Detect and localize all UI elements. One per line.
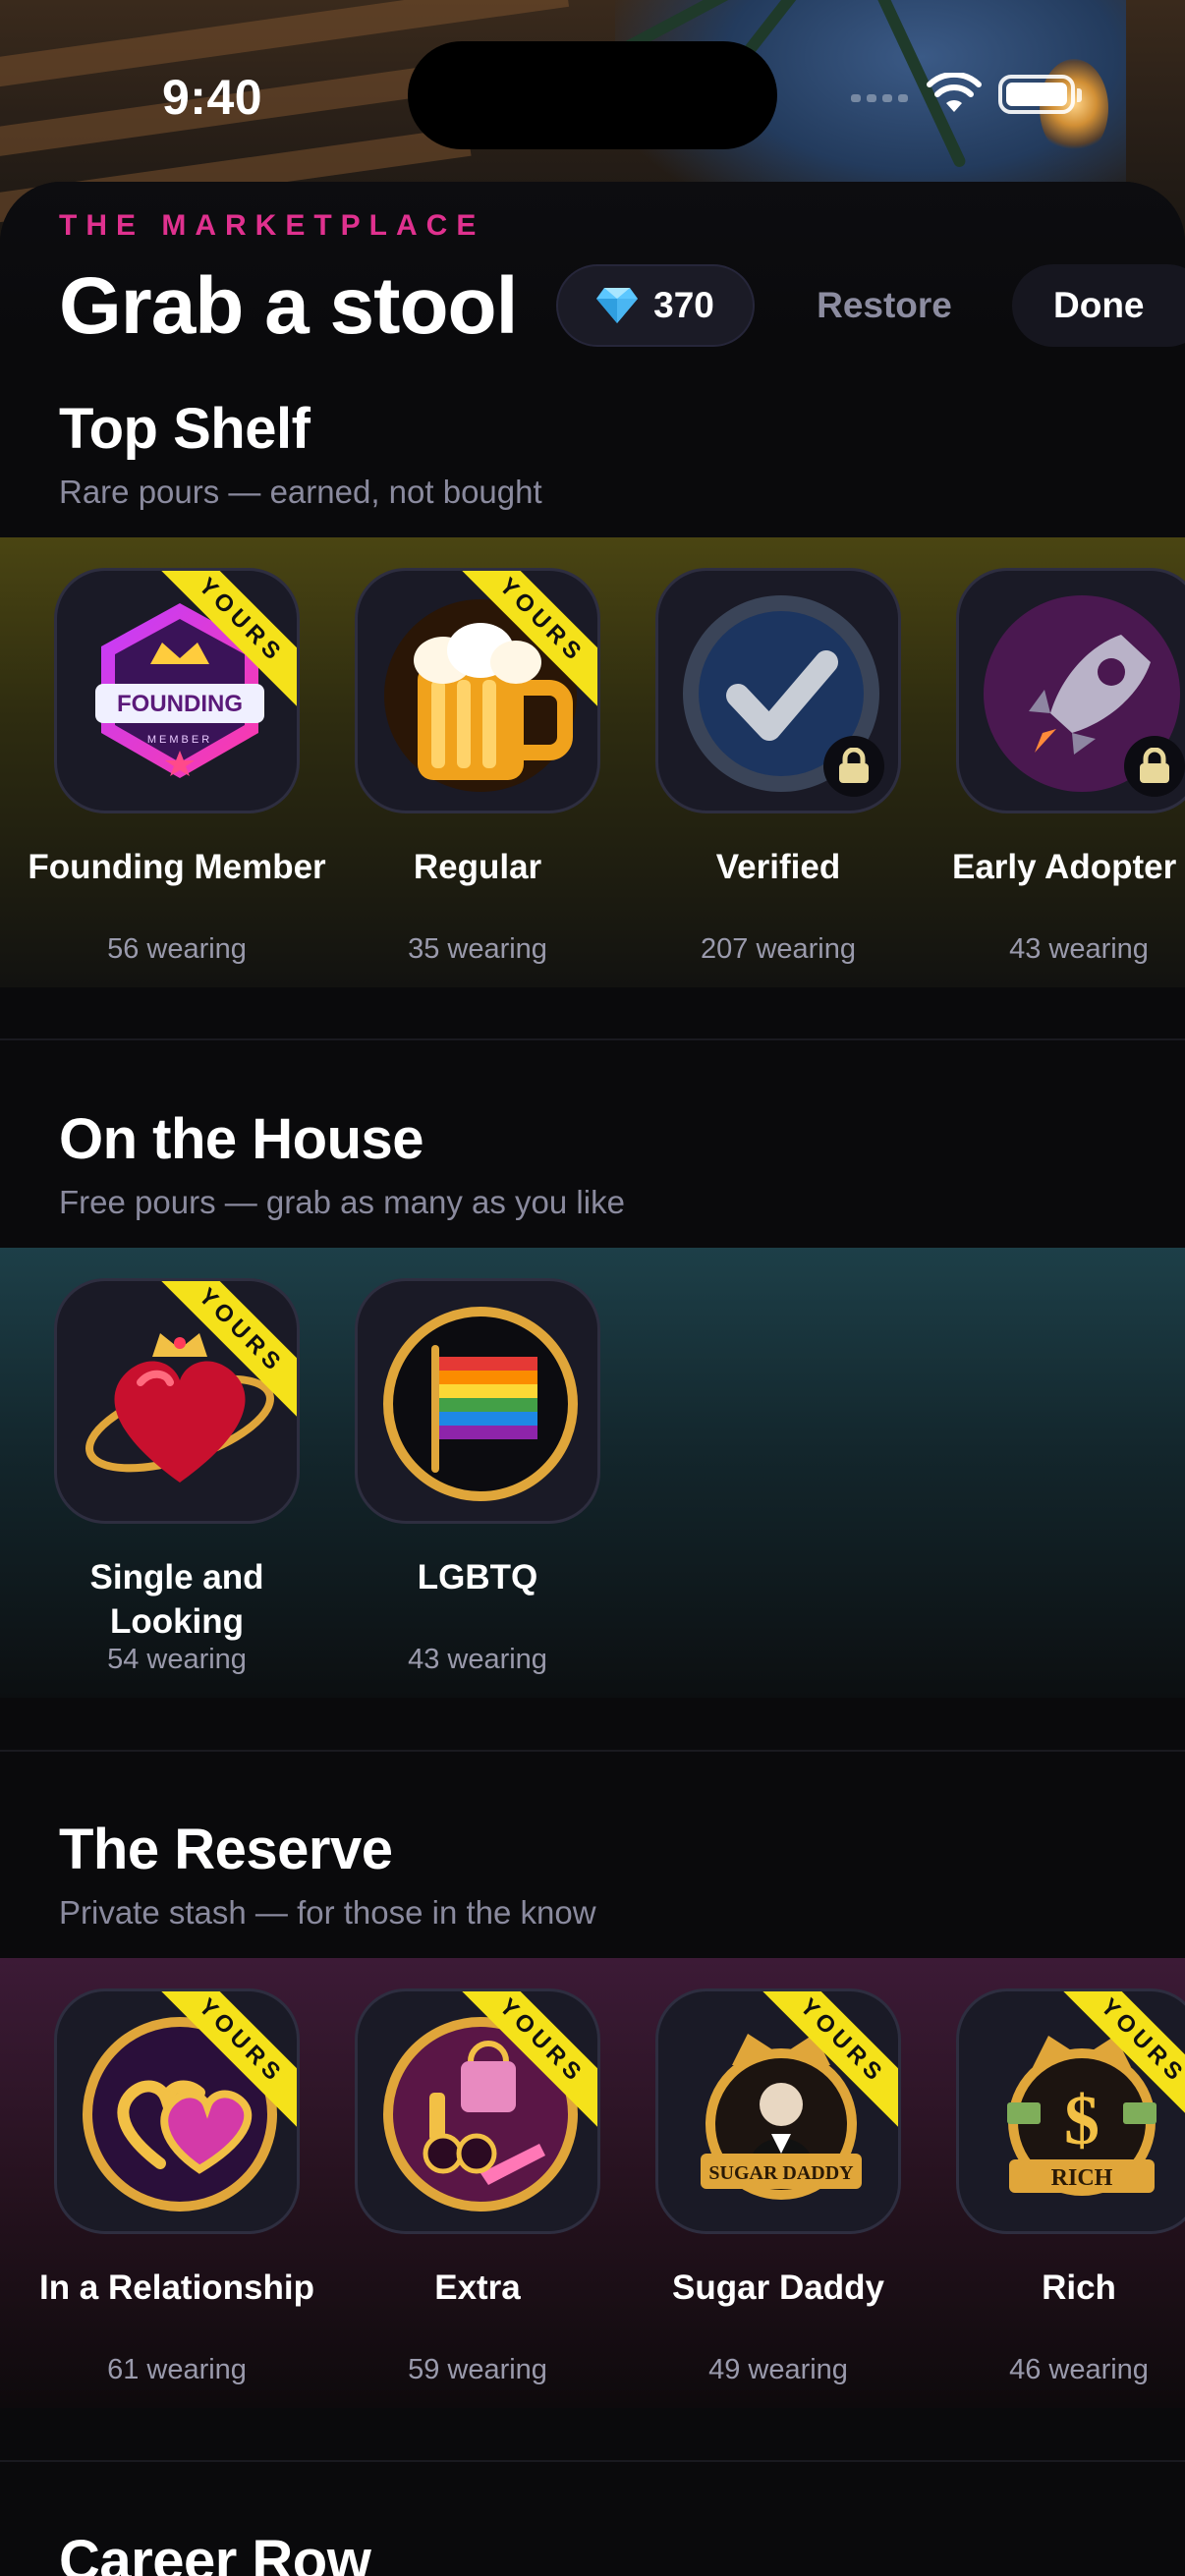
- section-divider: [0, 2460, 1185, 2462]
- badge-name: Regular: [413, 848, 542, 886]
- badge-wearing-count: 46 wearing: [1009, 2354, 1149, 2385]
- badge-wearing-count: 54 wearing: [107, 1644, 247, 1675]
- gem-count: 370: [653, 285, 714, 325]
- rainbow-flag-icon: [383, 1307, 578, 1501]
- badge-name: Early Adopter: [952, 848, 1177, 886]
- eyebrow-label: THE MARKETPLACE: [59, 209, 485, 242]
- lock-icon: [1124, 736, 1185, 797]
- badge-name: Single and Looking: [89, 1558, 264, 1641]
- badge-tile: YOURS: [54, 1988, 300, 2234]
- wifi-icon: [927, 73, 982, 112]
- svg-text:$: $: [1064, 2081, 1100, 2159]
- badge-name: Extra: [434, 2268, 521, 2307]
- lock-icon: [823, 736, 884, 797]
- dynamic-island: [408, 41, 777, 149]
- status-bar: 9:40: [0, 0, 1185, 187]
- badge-name: LGBTQ: [417, 1558, 538, 1596]
- section-divider: [0, 1038, 1185, 1040]
- badge-art-text: RICH: [1051, 2165, 1113, 2191]
- badge-name: Rich: [1042, 2268, 1116, 2307]
- section-title: Career Row: [59, 2529, 371, 2576]
- badge-tile: YOURS: [54, 1278, 300, 1524]
- section-title: The Reserve: [59, 1818, 393, 1881]
- section-subtitle: Private stash — for those in the know: [59, 1894, 596, 1931]
- restore-button[interactable]: Restore: [776, 264, 992, 347]
- badge-art-text: FOUNDING: [117, 691, 243, 717]
- badge-name: In a Relationship: [38, 2268, 315, 2307]
- badge-name: Founding Member: [28, 848, 326, 886]
- badge-tile: $ RICH YOURS: [956, 1988, 1185, 2234]
- badge-name: Verified: [715, 848, 841, 886]
- badge-tile: [655, 568, 901, 813]
- section-subtitle: Rare pours — earned, not bought: [59, 474, 542, 510]
- gem-balance-pill[interactable]: 370: [556, 264, 755, 347]
- marketplace-sheet: THE MARKETPLACE Grab a stool 370 Restore…: [0, 182, 1185, 2576]
- badge-wearing-count: 43 wearing: [408, 1644, 547, 1675]
- section-subtitle: Free pours — grab as many as you like: [59, 1184, 625, 1220]
- badge-wearing-count: 35 wearing: [408, 933, 547, 965]
- badge-wearing-count: 49 wearing: [708, 2354, 848, 2385]
- section-divider: [0, 1750, 1185, 1752]
- done-button[interactable]: Done: [1012, 264, 1185, 347]
- badge-tile: SUGAR DADDY YOURS: [655, 1988, 901, 2234]
- badge-art-subtext: MEMBER: [147, 734, 212, 746]
- badge-tile: [956, 568, 1185, 813]
- badge-wearing-count: 207 wearing: [701, 933, 856, 965]
- badge-tile: FOUNDING MEMBER YOURS: [54, 568, 300, 813]
- badge-wearing-count: 43 wearing: [1009, 933, 1149, 965]
- status-time: 9:40: [162, 70, 263, 125]
- page-title: Grab a stool: [59, 261, 518, 351]
- section-title: On the House: [59, 1107, 424, 1171]
- badge-name: Sugar Daddy: [672, 2268, 884, 2307]
- badge-art-text: SUGAR DADDY: [708, 2162, 854, 2184]
- badge-tile: YOURS: [355, 568, 600, 813]
- badge-wearing-count: 56 wearing: [107, 933, 247, 965]
- badge-tile: YOURS: [355, 1988, 600, 2234]
- diamond-icon: [596, 288, 639, 323]
- badge-wearing-count: 61 wearing: [107, 2354, 247, 2385]
- section-title: Top Shelf: [59, 397, 310, 461]
- badge-tile: [355, 1278, 600, 1524]
- badge-wearing-count: 59 wearing: [408, 2354, 547, 2385]
- cellular-signal-icon: [851, 94, 908, 102]
- battery-icon: [998, 75, 1082, 114]
